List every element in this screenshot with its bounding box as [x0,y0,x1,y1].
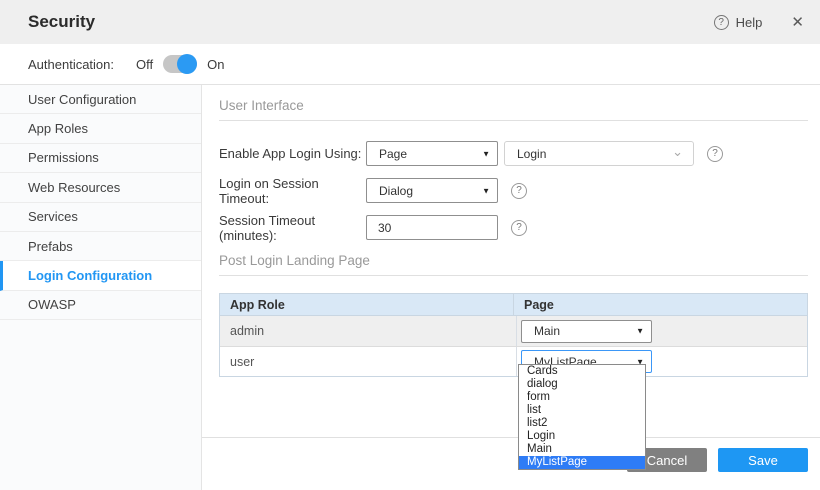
help-icon[interactable]: ? [707,146,723,162]
chevron-down-icon: ⌄ [672,144,683,160]
authentication-label: Authentication: [28,57,114,72]
toggle-off-label: Off [136,57,153,72]
help-icon[interactable]: ? [511,183,527,199]
save-button[interactable]: Save [718,448,808,472]
dropdown-option-mylistpage[interactable]: MyListPage [519,456,645,469]
footer-buttons: Cancel Save [202,438,820,472]
select-arrow-icon: ▼ [636,327,644,336]
login-page-combobox[interactable]: Login ⌄ [504,141,694,166]
admin-page-select[interactable]: Main ▼ [521,320,652,343]
dropdown-option-cards[interactable]: Cards [519,365,645,378]
main-layout: User Configuration App Roles Permissions… [0,85,820,490]
help-icon[interactable]: ? [511,220,527,236]
sidebar-item-services[interactable]: Services [0,203,201,232]
select-arrow-icon: ▼ [482,149,490,158]
admin-page-value: Main [534,324,560,338]
timeout-mode-select[interactable]: Dialog ▼ [366,178,498,203]
enable-app-login-label: Enable App Login Using: [219,146,366,161]
help-icon[interactable]: ? [714,15,729,30]
login-mode-select[interactable]: Page ▼ [366,141,498,166]
authentication-toggle[interactable] [163,55,197,73]
session-timeout-mode-row: Login on Session Timeout: Dialog ▼ ? [219,178,808,203]
timeout-mode-value: Dialog [379,184,413,198]
sidebar-item-owasp[interactable]: OWASP [0,291,201,320]
sidebar-item-permissions[interactable]: Permissions [0,144,201,173]
table-row: admin Main ▼ [220,316,807,346]
close-icon[interactable]: ✕ [791,13,804,31]
sidebar-item-user-configuration[interactable]: User Configuration [0,85,201,114]
login-settings-form: Enable App Login Using: Page ▼ Login ⌄ ?… [219,141,808,240]
session-timeout-input[interactable] [366,215,498,240]
footer-bar: Cancel Save [202,437,820,472]
toggle-knob [177,54,197,74]
toggle-on-label: On [207,57,224,72]
sidebar-item-prefabs[interactable]: Prefabs [0,232,201,261]
page-title: Security [28,12,95,32]
dropdown-option-main[interactable]: Main [519,443,645,456]
login-page-value: Login [517,147,546,161]
post-login-table: App Role Page admin Main ▼ user MyListPa… [219,293,808,377]
header-actions: ? Help ✕ [714,13,804,31]
content-panel: User Interface Enable App Login Using: P… [202,85,820,490]
dropdown-option-list2[interactable]: list2 [519,417,645,430]
app-role-cell: user [220,347,516,376]
dropdown-option-list[interactable]: list [519,404,645,417]
sidebar-item-app-roles[interactable]: App Roles [0,114,201,143]
help-label[interactable]: Help [736,15,763,30]
dropdown-option-form[interactable]: form [519,391,645,404]
page-dropdown-menu: Cards dialog form list list2 Login Main … [518,364,646,470]
page-cell: Main ▼ [516,316,807,346]
section-title-post-login: Post Login Landing Page [219,253,808,268]
sidebar-item-login-configuration[interactable]: Login Configuration [0,261,201,290]
table-row: user MyListPage ▼ [220,346,807,376]
section-divider [219,120,808,121]
column-header-app-role: App Role [220,294,513,315]
authentication-bar: Authentication: Off On [0,44,820,85]
sidebar-item-web-resources[interactable]: Web Resources [0,173,201,202]
dropdown-option-login[interactable]: Login [519,430,645,443]
select-arrow-icon: ▼ [482,186,490,195]
login-on-timeout-label: Login on Session Timeout: [219,176,366,206]
enable-app-login-row: Enable App Login Using: Page ▼ Login ⌄ ? [219,141,808,166]
login-mode-value: Page [379,147,407,161]
dropdown-option-dialog[interactable]: dialog [519,378,645,391]
session-timeout-label: Session Timeout (minutes): [219,213,366,243]
session-timeout-row: Session Timeout (minutes): ? [219,215,808,240]
window-header: Security ? Help ✕ [0,0,820,44]
section-divider [219,275,808,276]
sidebar: User Configuration App Roles Permissions… [0,85,202,490]
column-header-page: Page [513,294,807,315]
app-role-cell: admin [220,316,516,346]
table-header-row: App Role Page [220,294,807,316]
section-title-user-interface: User Interface [219,98,808,113]
